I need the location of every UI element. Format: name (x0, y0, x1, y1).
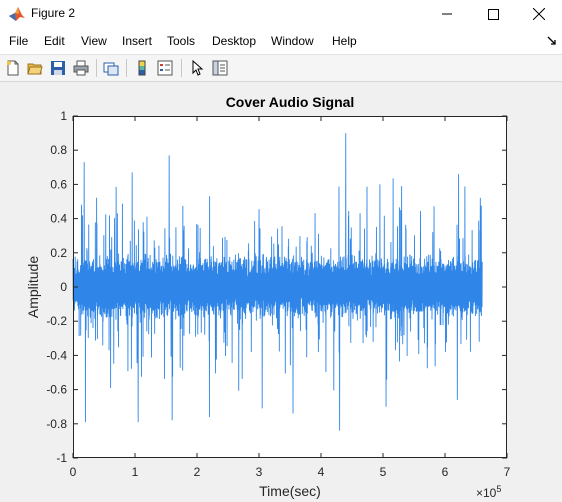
colorbar-button[interactable] (132, 58, 152, 78)
pointer-icon (192, 60, 204, 76)
x-tick-label: 7 (504, 465, 511, 479)
toolbar-separator (96, 59, 97, 77)
menu-tools[interactable]: Tools (167, 34, 195, 48)
window-title: Figure 2 (31, 6, 76, 20)
save-button[interactable] (48, 58, 68, 78)
x-tick-label: 6 (442, 465, 449, 479)
save-icon (51, 61, 65, 75)
plot-svg[interactable]: 0 1 2 3 4 5 6 7 1 0.8 0.6 0.4 0.2 0 -0.2 -0.4 -0.6 -0.8 -1… (0, 82, 562, 502)
y-tick-label: -0.4 (46, 348, 67, 362)
y-tick-label: -0.6 (46, 383, 67, 397)
menu-desktop[interactable]: Desktop (212, 34, 256, 48)
minimize-icon (442, 13, 452, 15)
menu-edit[interactable]: Edit (44, 34, 65, 48)
y-tick-label: -0.8 (46, 417, 67, 431)
x-tick-label: 4 (318, 465, 325, 479)
toolbar-separator (126, 59, 127, 77)
x-tick-label: 3 (256, 465, 263, 479)
y-tick-label: -0.2 (46, 314, 67, 328)
property-inspector-button[interactable] (210, 58, 230, 78)
y-axis-label: Amplitude (25, 256, 41, 318)
new-figure-button[interactable] (3, 58, 23, 78)
colorbar-icon (138, 60, 146, 76)
minimize-button[interactable] (424, 0, 470, 28)
x-tick-label: 5 (380, 465, 387, 479)
print-button[interactable] (71, 58, 91, 78)
menu-view[interactable]: View (81, 34, 107, 48)
menu-bar: File Edit View Insert Tools Desktop Wind… (0, 28, 562, 55)
y-tick-label: 0.8 (50, 143, 67, 157)
y-tick-label: 1 (60, 109, 67, 123)
chart-title: Cover Audio Signal (226, 94, 355, 110)
window-titlebar: Figure 2 (0, 0, 562, 28)
link-plot-icon (103, 62, 119, 76)
legend-icon (157, 60, 173, 76)
x-tick-label: 0 (70, 465, 77, 479)
close-icon (533, 8, 545, 20)
print-icon (73, 60, 89, 76)
maximize-button[interactable] (470, 0, 516, 28)
menu-file[interactable]: File (9, 34, 28, 48)
property-inspector-icon (212, 60, 228, 76)
x-tick-label: 2 (194, 465, 201, 479)
pointer-button[interactable] (187, 58, 207, 78)
figure-toolbar (0, 55, 562, 82)
x-exponent-label: ×105 (476, 484, 501, 500)
menu-insert[interactable]: Insert (122, 34, 152, 48)
dock-arrow-icon[interactable] (547, 36, 557, 46)
figure-canvas: 0 1 2 3 4 5 6 7 1 0.8 0.6 0.4 0.2 0 -0.2 -0.4 -0.6 -0.8 -1… (0, 82, 562, 502)
open-file-button[interactable] (25, 58, 45, 78)
link-plot-button[interactable] (101, 58, 121, 78)
menu-window[interactable]: Window (271, 34, 314, 48)
new-figure-icon (7, 60, 19, 76)
menu-help[interactable]: Help (332, 34, 357, 48)
y-tick-label: 0.2 (50, 246, 67, 260)
x-tick-label: 1 (132, 465, 139, 479)
y-tick-label: 0.4 (50, 212, 67, 226)
x-axis-label: Time(sec) (259, 483, 321, 499)
legend-button[interactable] (155, 58, 175, 78)
toolbar-separator (181, 59, 182, 77)
open-file-icon (27, 63, 43, 75)
matlab-logo-icon (9, 7, 25, 21)
close-button[interactable] (516, 0, 562, 28)
y-tick-label: 0.6 (50, 177, 67, 191)
y-tick-label: -1 (56, 451, 67, 465)
y-tick-label: 0 (60, 280, 67, 294)
maximize-icon (487, 8, 499, 20)
